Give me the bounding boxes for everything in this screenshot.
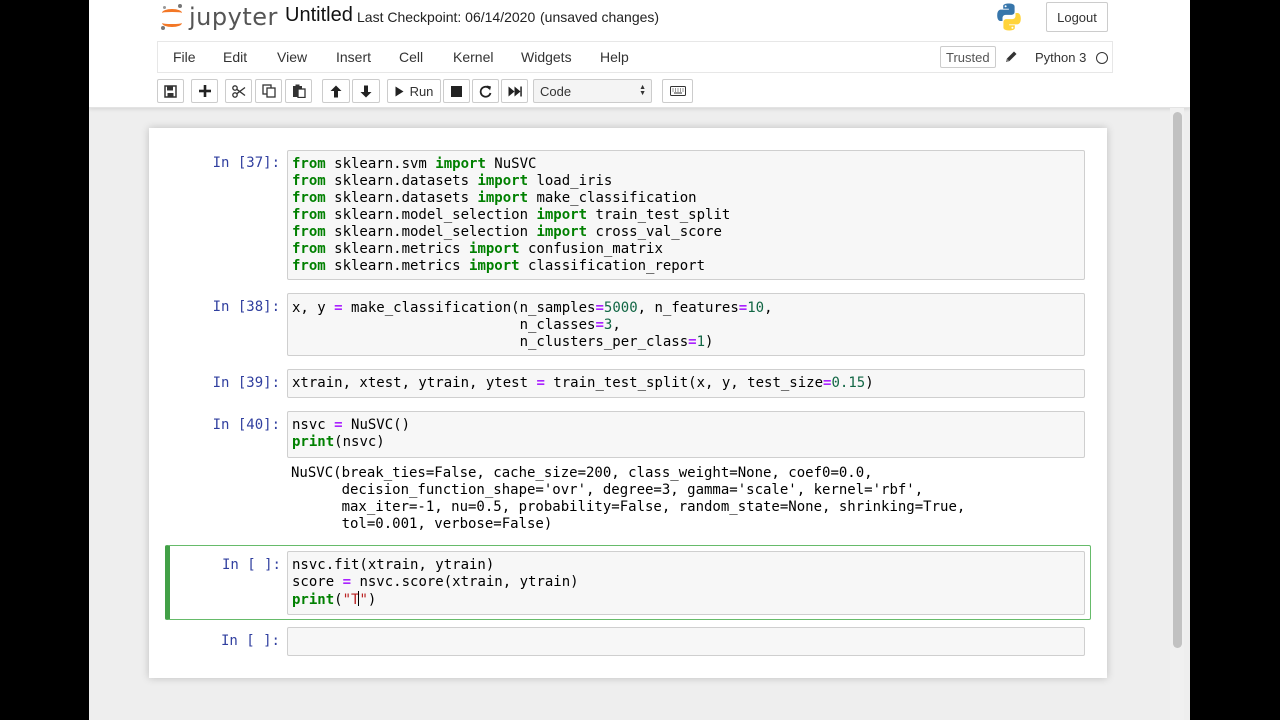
jupyter-wordmark: jupyter (189, 3, 278, 31)
autosave-status: (unsaved changes) (540, 9, 660, 25)
code-input[interactable]: x, y = make_classification(n_samples=500… (287, 293, 1085, 356)
code-cell[interactable]: In [ ]: (165, 624, 1091, 658)
code-cell[interactable]: In [39]: xtrain, xtest, ytrain, ytest = … (165, 364, 1091, 402)
menubar: File Edit View Insert Cell Kernel Widget… (157, 41, 1113, 73)
output-line: NuSVC(break_ties=False, cache_size=200, … (291, 465, 873, 481)
interrupt-button[interactable] (443, 79, 470, 103)
notebook-title[interactable]: Untitled (285, 4, 353, 27)
menu-help[interactable]: Help (600, 49, 629, 65)
copy-icon (261, 84, 276, 98)
code-input[interactable] (287, 627, 1085, 656)
menu-kernel[interactable]: Kernel (453, 49, 493, 65)
code-text: xtrain, xtest, ytrain, ytest = train_tes… (292, 375, 874, 391)
output-line: tol=0.001, verbose=False) (291, 516, 553, 532)
notebook-container: In [37]: from sklearn.svm import NuSVC f… (149, 128, 1107, 678)
stop-icon (451, 85, 462, 97)
scrollbar-thumb[interactable] (1173, 112, 1182, 648)
scissors-icon (231, 84, 245, 98)
code-text: x, y = make_classification(n_samples=500… (292, 300, 773, 350)
save-icon (164, 84, 177, 98)
python-logo-icon (997, 3, 1021, 31)
cell-type-select[interactable]: Code ▲ ▼ (533, 79, 652, 103)
move-down-button[interactable] (352, 79, 380, 103)
code-text: nsvc = NuSVC() print(nsvc) (292, 417, 411, 450)
cell-prompt: In [39]: (212, 375, 280, 391)
jupyter-window: jupyter Untitled Last Checkpoint: 06/14/… (89, 0, 1190, 720)
code-input[interactable]: xtrain, xtest, ytrain, ytest = train_tes… (287, 369, 1085, 398)
menu-view[interactable]: View (277, 49, 307, 65)
arrow-down-icon (360, 85, 372, 97)
keyboard-icon (669, 86, 686, 96)
cell-prompt: In [ ]: (221, 557, 281, 573)
code-input[interactable]: nsvc.fit(xtrain, ytrain) score = nsvc.sc… (287, 551, 1085, 615)
pencil-icon[interactable] (1003, 49, 1019, 65)
code-cell[interactable]: In [37]: from sklearn.svm import NuSVC f… (165, 146, 1091, 284)
cell-prompt: In [ ]: (220, 633, 280, 649)
code-cell[interactable]: In [40]: nsvc = NuSVC() print(nsvc) NuSV… (165, 406, 1091, 538)
fast-forward-icon (508, 86, 522, 96)
output-line: max_iter=-1, nu=0.5, probability=False, … (291, 499, 966, 515)
move-up-button[interactable] (322, 79, 350, 103)
run-button[interactable]: Run (387, 79, 441, 103)
select-arrows-icon: ▲ ▼ (639, 84, 646, 97)
jupyter-logo[interactable]: jupyter (161, 2, 278, 32)
cell-prompt: In [37]: (212, 155, 280, 171)
logout-button[interactable]: Logout (1046, 2, 1108, 32)
menu-cell[interactable]: Cell (399, 49, 423, 65)
trusted-indicator[interactable]: Trusted (940, 46, 996, 68)
restart-icon (479, 85, 492, 98)
arrow-up-icon (330, 85, 342, 97)
command-palette-button[interactable] (662, 79, 693, 103)
menu-file[interactable]: File (173, 49, 196, 65)
plus-icon (198, 85, 211, 97)
cell-prompt: In [38]: (212, 299, 280, 315)
output-line: decision_function_shape='ovr', degree=3,… (291, 482, 924, 498)
cell-prompt: In [40]: (212, 417, 280, 433)
paste-icon (292, 84, 306, 98)
jupyter-logo-icon (161, 4, 183, 30)
kernel-idle-icon (1096, 52, 1108, 64)
restart-button[interactable] (472, 79, 499, 103)
header: jupyter Untitled Last Checkpoint: 06/14/… (89, 0, 1190, 108)
run-label: Run (409, 83, 434, 99)
menu-edit[interactable]: Edit (223, 49, 247, 65)
cut-button[interactable] (225, 79, 252, 103)
code-text: from sklearn.svm import NuSVC from sklea… (292, 156, 731, 274)
paste-button[interactable] (285, 79, 312, 103)
menu-widgets[interactable]: Widgets (521, 49, 572, 65)
menu-insert[interactable]: Insert (336, 49, 371, 65)
code-text: nsvc.fit(xtrain, ytrain) score = nsvc.sc… (292, 557, 579, 608)
kernel-name[interactable]: Python 3 (1035, 50, 1086, 65)
checkpoint-status: Last Checkpoint: 06/14/2020 (357, 9, 536, 25)
cell-type-value: Code (540, 83, 572, 99)
code-input[interactable]: nsvc = NuSVC() print(nsvc) (287, 411, 1085, 458)
code-input[interactable]: from sklearn.svm import NuSVC from sklea… (287, 150, 1085, 280)
copy-button[interactable] (255, 79, 282, 103)
code-cell-selected[interactable]: In [ ]: nsvc.fit(xtrain, ytrain) score =… (165, 545, 1091, 620)
play-icon (395, 86, 404, 96)
restart-run-all-button[interactable] (501, 79, 528, 103)
save-button[interactable] (157, 79, 184, 103)
cell-output: NuSVC(break_ties=False, cache_size=200, … (291, 465, 965, 533)
insert-cell-button[interactable] (191, 79, 218, 103)
code-cell[interactable]: In [38]: x, y = make_classification(n_sa… (165, 288, 1091, 360)
